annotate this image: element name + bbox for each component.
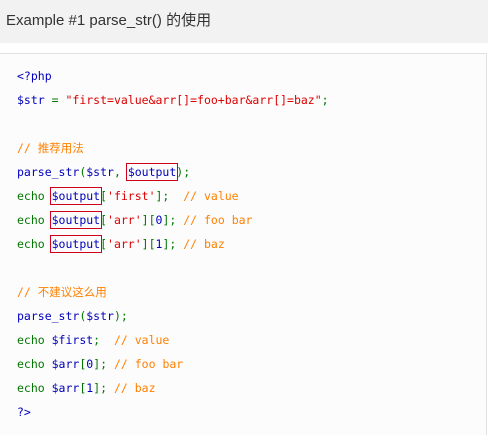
- example-title: Example #1 parse_str() 的使用: [6, 12, 212, 29]
- code-content: <?php $str = "first=value&arr[]=foo+bar&…: [17, 66, 480, 430]
- code-line-comment-not-recommended: // 不建议这么用: [17, 282, 107, 302]
- function-name: parse_str: [17, 309, 80, 323]
- arg-str: $str: [86, 165, 114, 179]
- variable-first: $first: [51, 333, 94, 347]
- comment-baz: // baz: [113, 381, 156, 395]
- key-string: 'arr': [107, 213, 142, 227]
- echo-keyword: echo: [17, 213, 52, 227]
- bracket-close: ];: [162, 213, 184, 227]
- code-line-echo-arr0: echo $output['arr'][0]; // foo bar: [17, 210, 252, 230]
- code-line-parse-str: parse_str($str);: [17, 306, 128, 326]
- semicolon: ;: [321, 93, 329, 107]
- bracket-close: ];: [93, 381, 114, 395]
- echo-keyword: echo: [17, 189, 52, 203]
- comma: ,: [113, 165, 128, 179]
- comment-foo-bar: // foo bar: [113, 357, 184, 371]
- code-line-echo-first-var: echo $first; // value: [17, 330, 169, 350]
- bracket-close: ];: [162, 237, 184, 251]
- string-literal: "first=value&arr[]=foo+bar&arr[]=baz": [65, 93, 322, 107]
- paren-close: );: [176, 165, 191, 179]
- code-line-php-close: ?>: [17, 402, 31, 422]
- code-line-php-open: <?php: [17, 66, 52, 86]
- arg-str: $str: [86, 309, 114, 323]
- echo-keyword: echo: [17, 381, 52, 395]
- code-line-echo-arr-0: echo $arr[0]; // foo bar: [17, 354, 183, 374]
- bracket-open: [: [100, 189, 108, 203]
- output-var-highlighted: $output: [49, 211, 103, 229]
- bracket-close: ];: [93, 357, 114, 371]
- echo-keyword: echo: [17, 237, 52, 251]
- code-line-echo-arr-1: echo $arr[1]; // baz: [17, 378, 156, 398]
- echo-keyword: echo: [17, 333, 52, 347]
- key-string: 'first': [107, 189, 156, 203]
- operator: =: [44, 93, 66, 107]
- bracket-close: ];: [155, 189, 184, 203]
- bracket-mid: ][: [141, 237, 156, 251]
- example-header: Example #1 parse_str() 的使用: [0, 0, 488, 43]
- comment-not-recommended: // 不建议这么用: [17, 285, 107, 299]
- variable-arr: $arr: [51, 357, 80, 371]
- variable-str: $str: [17, 93, 45, 107]
- bracket-open: [: [100, 213, 108, 227]
- key-string: 'arr': [107, 237, 142, 251]
- paren-close: );: [113, 309, 128, 323]
- php-close-tag: ?>: [17, 405, 31, 419]
- echo-keyword: echo: [17, 357, 52, 371]
- comment-foo-bar: // foo bar: [183, 213, 253, 227]
- php-open-tag: <?php: [17, 69, 52, 83]
- function-name: parse_str: [17, 165, 80, 179]
- code-line-assign: $str = "first=value&arr[]=foo+bar&arr[]=…: [17, 90, 329, 110]
- comment-value: // value: [183, 189, 239, 203]
- comment-value: // value: [113, 333, 170, 347]
- comment-recommended: // 推荐用法: [17, 141, 84, 155]
- code-line-comment-recommended: // 推荐用法: [17, 138, 84, 158]
- bracket-open: [: [100, 237, 108, 251]
- code-line-echo-arr1: echo $output['arr'][1]; // baz: [17, 234, 225, 254]
- code-line-echo-first: echo $output['first']; // value: [17, 186, 239, 206]
- variable-arr: $arr: [51, 381, 80, 395]
- arg-output-highlighted: $output: [125, 163, 179, 181]
- semicolon: ;: [93, 333, 114, 347]
- output-var-highlighted: $output: [49, 235, 103, 253]
- comment-baz: // baz: [183, 237, 225, 251]
- code-line-parse-str-output: parse_str($str, $output);: [17, 162, 190, 182]
- bracket-mid: ][: [141, 213, 156, 227]
- output-var-highlighted: $output: [49, 187, 103, 205]
